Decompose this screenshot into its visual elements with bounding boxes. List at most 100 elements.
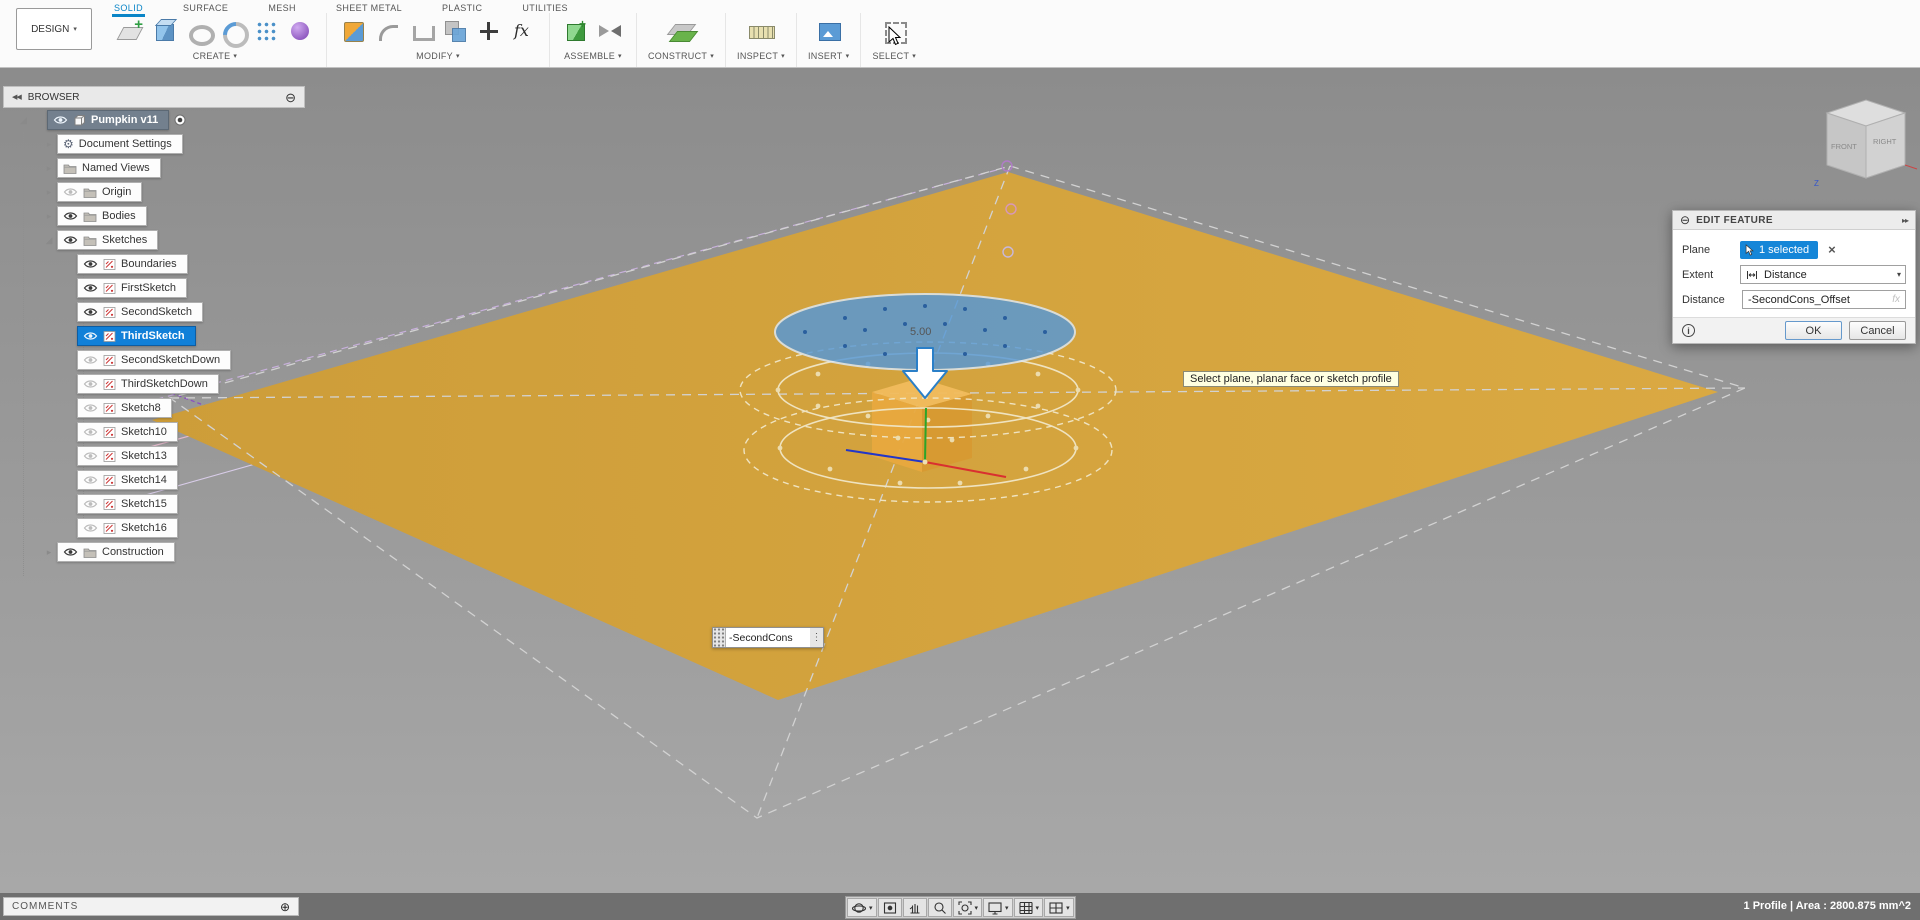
measure-icon[interactable] — [746, 16, 776, 46]
dropdown-caret-icon[interactable]: ▾ — [975, 904, 979, 912]
zoom-button[interactable] — [927, 898, 952, 917]
dropdown-caret-icon[interactable]: ▾ — [1005, 904, 1009, 912]
move-icon[interactable] — [474, 16, 504, 46]
viewports-button[interactable]: ▾ — [1044, 898, 1074, 917]
group-menu-construct[interactable]: CONSTRUCT ▾ — [648, 51, 714, 61]
group-menu-inspect[interactable]: INSPECT ▾ — [737, 51, 785, 61]
visibility-eye-icon[interactable] — [53, 115, 68, 125]
browser-item-thirdsketchdown[interactable]: ThirdSketchDown — [77, 374, 219, 394]
browser-item-pumpkin-v11[interactable]: Pumpkin v11 — [47, 110, 170, 130]
offset-distance-input[interactable] — [726, 628, 810, 647]
fillet-icon[interactable] — [372, 16, 402, 46]
drag-handle-icon[interactable] — [713, 628, 726, 647]
more-options-icon[interactable]: ⋮ — [810, 632, 823, 643]
visibility-eye-icon[interactable] — [63, 235, 78, 245]
visibility-eye-icon[interactable] — [83, 331, 98, 341]
insert-canvas-icon[interactable] — [814, 16, 844, 46]
visibility-eye-icon[interactable] — [83, 475, 98, 485]
group-menu-modify[interactable]: MODIFY ▾ — [416, 51, 460, 61]
orbit-button[interactable]: ▾ — [847, 898, 877, 917]
group-menu-insert[interactable]: INSERT ▾ — [808, 51, 849, 61]
browser-item-construction[interactable]: Construction — [57, 542, 175, 562]
parameters-fx-icon[interactable] — [508, 16, 538, 46]
collapse-arrow-icon[interactable]: ◢ — [17, 115, 47, 125]
minimize-panel-icon[interactable]: ⊖ — [285, 91, 296, 104]
info-icon[interactable]: i — [1682, 324, 1695, 337]
dropdown-caret-icon[interactable]: ▾ — [869, 904, 873, 912]
expand-arrow-icon[interactable]: ▸ — [41, 163, 57, 173]
display-settings-button[interactable]: ▾ — [983, 898, 1013, 917]
offset-plane-icon[interactable] — [666, 16, 696, 46]
shell-icon[interactable] — [406, 16, 436, 46]
browser-item-firstsketch[interactable]: FirstSketch — [77, 278, 188, 298]
visibility-eye-icon[interactable] — [83, 307, 98, 317]
expand-arrow-icon[interactable]: ▸ — [41, 139, 57, 149]
grid-settings-button[interactable]: ▾ — [1013, 898, 1044, 917]
visibility-eye-icon[interactable] — [83, 451, 98, 461]
visibility-eye-icon[interactable] — [83, 355, 98, 365]
visibility-eye-icon[interactable] — [63, 187, 78, 197]
form-icon[interactable] — [285, 16, 315, 46]
look-at-button[interactable] — [877, 898, 902, 917]
dialog-expand-icon[interactable]: ▸▸ — [1902, 216, 1909, 225]
pan-button[interactable] — [902, 898, 927, 917]
visibility-eye-icon[interactable] — [83, 523, 98, 533]
group-menu-create[interactable]: CREATE ▾ — [193, 51, 237, 61]
joint-icon[interactable] — [595, 16, 625, 46]
ok-button[interactable]: OK — [1785, 321, 1842, 340]
group-menu-select[interactable]: SELECT ▾ — [872, 51, 916, 61]
visibility-eye-icon[interactable] — [83, 283, 98, 293]
dialog-header[interactable]: ⊖ EDIT FEATURE ▸▸ — [1673, 211, 1915, 230]
browser-item-sketch15[interactable]: Sketch15 — [77, 494, 178, 514]
distance-input[interactable]: -SecondCons_Offset fx — [1742, 290, 1906, 309]
combine-icon[interactable] — [440, 16, 470, 46]
add-comment-icon[interactable]: ⊕ — [280, 901, 290, 913]
dropdown-caret-icon[interactable]: ▾ — [1036, 904, 1040, 912]
comments-panel[interactable]: COMMENTS ⊕ — [3, 897, 299, 916]
visibility-eye-icon[interactable] — [83, 259, 98, 269]
collapse-panel-icon[interactable]: ◀◀ — [12, 93, 22, 101]
visibility-eye-icon[interactable] — [63, 211, 78, 221]
expand-arrow-icon[interactable]: ▸ — [41, 547, 57, 557]
browser-item-secondsketchdown[interactable]: SecondSketchDown — [77, 350, 232, 370]
browser-item-sketches[interactable]: Sketches — [57, 230, 159, 250]
extent-dropdown[interactable]: Distance ▾ — [1740, 265, 1906, 284]
create-sketch-icon[interactable] — [115, 16, 145, 46]
extrude-icon[interactable] — [149, 16, 179, 46]
new-component-icon[interactable] — [561, 16, 591, 46]
revolve-icon[interactable] — [183, 16, 215, 46]
clear-selection-icon[interactable]: × — [1828, 243, 1836, 256]
visibility-eye-icon[interactable] — [83, 403, 98, 413]
design-menu-button[interactable]: DESIGN ▾ — [16, 8, 92, 50]
browser-item-thirdsketch[interactable]: ThirdSketch — [77, 326, 196, 346]
plane-selected-chip[interactable]: 1 selected — [1740, 240, 1819, 259]
browser-item-sketch8[interactable]: Sketch8 — [77, 398, 172, 418]
browser-item-sketch13[interactable]: Sketch13 — [77, 446, 178, 466]
cancel-button[interactable]: Cancel — [1849, 321, 1906, 340]
pattern-icon[interactable] — [251, 16, 281, 46]
fit-button[interactable]: ▾ — [952, 898, 983, 917]
visibility-eye-icon[interactable] — [83, 427, 98, 437]
visibility-eye-icon[interactable] — [63, 547, 78, 557]
dialog-collapse-icon[interactable]: ⊖ — [1680, 214, 1690, 226]
browser-item-sketch16[interactable]: Sketch16 — [77, 518, 178, 538]
dropdown-caret-icon[interactable]: ▾ — [1066, 904, 1070, 912]
browser-item-secondsketch[interactable]: SecondSketch — [77, 302, 203, 322]
expand-arrow-icon[interactable]: ▸ — [41, 187, 57, 197]
collapse-arrow-icon[interactable]: ◢ — [41, 235, 57, 245]
activate-component-radio[interactable] — [174, 114, 186, 126]
visibility-eye-icon[interactable] — [83, 499, 98, 509]
browser-item-named-views[interactable]: Named Views — [57, 158, 161, 178]
browser-item-boundaries[interactable]: Boundaries — [77, 254, 188, 274]
browser-header[interactable]: ◀◀ BROWSER ⊖ — [3, 86, 305, 108]
browser-item-sketch10[interactable]: Sketch10 — [77, 422, 178, 442]
group-menu-assemble[interactable]: ASSEMBLE ▾ — [564, 51, 622, 61]
sweep-icon[interactable] — [217, 16, 247, 46]
visibility-eye-icon[interactable] — [83, 379, 98, 389]
expand-arrow-icon[interactable]: ▸ — [41, 211, 57, 221]
press-pull-icon[interactable] — [338, 16, 368, 46]
browser-item-document-settings[interactable]: ⚙ Document Settings — [57, 134, 183, 154]
browser-item-sketch14[interactable]: Sketch14 — [77, 470, 178, 490]
browser-item-origin[interactable]: Origin — [57, 182, 143, 202]
browser-item-bodies[interactable]: Bodies — [57, 206, 147, 226]
